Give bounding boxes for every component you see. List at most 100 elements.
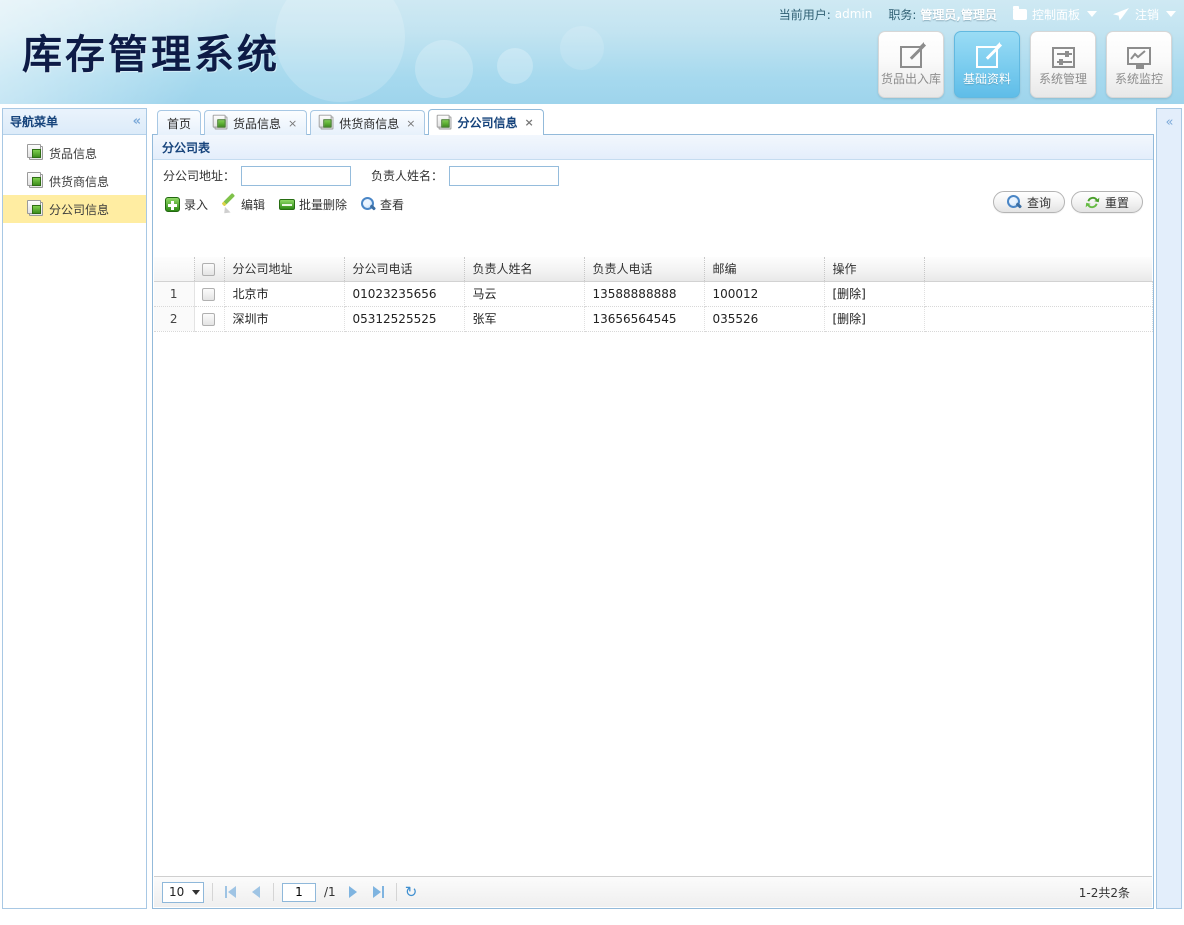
cell-action: [删除] bbox=[824, 281, 925, 307]
tab-goods-info[interactable]: 货品信息 × bbox=[204, 110, 308, 135]
cell-phone: 05312525525 bbox=[344, 306, 465, 332]
row-select-cell bbox=[194, 281, 225, 307]
row-number-header bbox=[154, 257, 195, 282]
cell-filler bbox=[924, 281, 1153, 307]
document-icon bbox=[27, 144, 43, 160]
first-page-icon bbox=[224, 886, 227, 898]
current-user-label: 当前用户: bbox=[778, 7, 831, 22]
select-all-header bbox=[194, 257, 225, 282]
main-area: 导航菜单 « 货品信息 供货商信息 分公司信息 首页 货品信息 × 供货商信息 … bbox=[0, 104, 1184, 925]
reset-label: 重置 bbox=[1104, 195, 1129, 210]
user-role-value: 管理员,管理员 bbox=[920, 7, 997, 22]
column-header-phone[interactable]: 分公司电话 bbox=[344, 257, 465, 282]
document-icon bbox=[318, 114, 334, 130]
row-number: 2 bbox=[154, 306, 195, 332]
magnifier-icon bbox=[1006, 194, 1022, 210]
row-checkbox[interactable] bbox=[201, 312, 215, 326]
delete-link[interactable]: [删除] bbox=[833, 312, 866, 326]
select-all-checkbox[interactable] bbox=[201, 262, 215, 276]
tab-label: 货品信息 bbox=[233, 116, 282, 131]
prev-page-button[interactable] bbox=[247, 883, 265, 901]
divider bbox=[212, 883, 213, 901]
close-tab-icon[interactable]: × bbox=[288, 117, 297, 130]
last-page-icon bbox=[382, 886, 385, 898]
cell-filler bbox=[924, 306, 1153, 332]
row-select-cell bbox=[194, 306, 225, 332]
table-row[interactable]: 1 北京市 01023235656 马云 13588888888 100012 … bbox=[154, 281, 1153, 307]
query-button[interactable]: 查询 bbox=[993, 191, 1065, 213]
query-label: 查询 bbox=[1026, 195, 1051, 210]
module-button-basic-data[interactable]: 基础资料 bbox=[954, 31, 1020, 98]
tab-bar: 首页 货品信息 × 供货商信息 × 分公司信息 × bbox=[152, 108, 1154, 135]
header-bubble bbox=[415, 40, 473, 98]
column-header-address[interactable]: 分公司地址 bbox=[224, 257, 345, 282]
module-button-system-monitor[interactable]: 系统监控 bbox=[1106, 31, 1172, 98]
module-label: 系统管理 bbox=[1038, 72, 1087, 86]
data-table: 分公司地址 分公司电话 负责人姓名 负责人电话 邮编 操作 1 北京市 0102… bbox=[154, 257, 1153, 332]
module-button-goods-inout[interactable]: 货品出入库 bbox=[878, 31, 944, 98]
add-button[interactable]: 录入 bbox=[165, 196, 208, 213]
sidebar-item-supplier[interactable]: 供货商信息 bbox=[3, 167, 146, 195]
header-bubble bbox=[560, 26, 604, 70]
column-header-zip[interactable]: 邮编 bbox=[704, 257, 825, 282]
current-user: 当前用户: admin bbox=[779, 6, 873, 23]
panel-title: 分公司表 bbox=[153, 135, 1153, 160]
panel-toolbar: 录入 编辑 批量删除 查看 查询 重置 bbox=[153, 191, 1153, 218]
prev-page-icon bbox=[252, 886, 260, 898]
view-label: 查看 bbox=[380, 198, 405, 212]
page-size-value: 10 bbox=[169, 885, 185, 899]
tab-supplier-info[interactable]: 供货商信息 × bbox=[310, 110, 426, 135]
first-page-button[interactable] bbox=[221, 883, 239, 901]
page-size-select[interactable]: 10 bbox=[162, 881, 204, 903]
search-form: 分公司地址： 负责人姓名： bbox=[153, 160, 1153, 191]
batch-delete-label: 批量删除 bbox=[299, 198, 348, 212]
tab-home[interactable]: 首页 bbox=[157, 110, 202, 135]
cell-zip: 100012 bbox=[704, 281, 825, 307]
cell-manager-phone: 13588888888 bbox=[584, 281, 705, 307]
refresh-icon[interactable]: ↻ bbox=[405, 884, 418, 900]
add-label: 录入 bbox=[184, 198, 209, 212]
close-tab-icon[interactable]: × bbox=[406, 117, 415, 130]
module-button-system-management[interactable]: 系统管理 bbox=[1030, 31, 1096, 98]
app-header: 库存管理系统 当前用户: admin 职务: 管理员,管理员 控制面板 注销 货… bbox=[0, 0, 1184, 104]
table-row[interactable]: 2 深圳市 05312525525 张军 13656564545 035526 … bbox=[154, 306, 1153, 332]
control-panel-menu[interactable]: 控制面板 bbox=[1012, 5, 1097, 23]
cell-manager-phone: 13656564545 bbox=[584, 306, 705, 332]
branch-table: 分公司地址 分公司电话 负责人姓名 负责人电话 邮编 操作 1 北京市 0102… bbox=[154, 257, 1153, 871]
close-tab-icon[interactable]: × bbox=[525, 116, 534, 129]
manager-input[interactable] bbox=[449, 165, 560, 186]
module-label: 货品出入库 bbox=[880, 72, 941, 86]
batch-delete-button[interactable]: 批量删除 bbox=[279, 196, 347, 213]
column-header-action[interactable]: 操作 bbox=[824, 257, 925, 282]
tab-label: 供货商信息 bbox=[339, 116, 400, 131]
column-header-manager[interactable]: 负责人姓名 bbox=[464, 257, 585, 282]
row-checkbox[interactable] bbox=[201, 287, 215, 301]
total-pages-label: /1 bbox=[324, 885, 336, 899]
page-number-input[interactable] bbox=[282, 882, 316, 902]
address-input[interactable] bbox=[241, 165, 352, 186]
collapse-right-icon[interactable]: « bbox=[1166, 115, 1174, 130]
sidebar: 导航菜单 « 货品信息 供货商信息 分公司信息 bbox=[2, 108, 147, 909]
magnifier-icon bbox=[361, 197, 376, 212]
document-icon bbox=[212, 114, 228, 130]
user-role: 职务: 管理员,管理员 bbox=[888, 6, 997, 23]
view-button[interactable]: 查看 bbox=[361, 196, 404, 213]
action-buttons: 查询 重置 bbox=[993, 191, 1143, 213]
edit-button[interactable]: 编辑 bbox=[222, 196, 265, 213]
logout-menu[interactable]: 注销 bbox=[1112, 6, 1176, 23]
plus-icon bbox=[165, 197, 180, 212]
chevron-down-icon bbox=[1166, 11, 1176, 17]
collapse-sidebar-icon[interactable]: « bbox=[133, 114, 141, 129]
divider bbox=[395, 883, 397, 901]
table-header-row: 分公司地址 分公司电话 负责人姓名 负责人电话 邮编 操作 bbox=[154, 257, 1152, 282]
pagination-info: 1-2共2条 bbox=[1078, 885, 1130, 900]
delete-link[interactable]: [删除] bbox=[833, 287, 866, 301]
column-header-manager-phone[interactable]: 负责人电话 bbox=[584, 257, 705, 282]
tab-branch-info[interactable]: 分公司信息 × bbox=[428, 109, 544, 135]
sidebar-item-goods[interactable]: 货品信息 bbox=[3, 139, 146, 167]
sidebar-item-branch[interactable]: 分公司信息 bbox=[3, 195, 146, 223]
cell-address: 深圳市 bbox=[224, 306, 345, 332]
reset-button[interactable]: 重置 bbox=[1071, 191, 1143, 213]
last-page-button[interactable] bbox=[370, 883, 388, 901]
next-page-button[interactable] bbox=[344, 883, 362, 901]
